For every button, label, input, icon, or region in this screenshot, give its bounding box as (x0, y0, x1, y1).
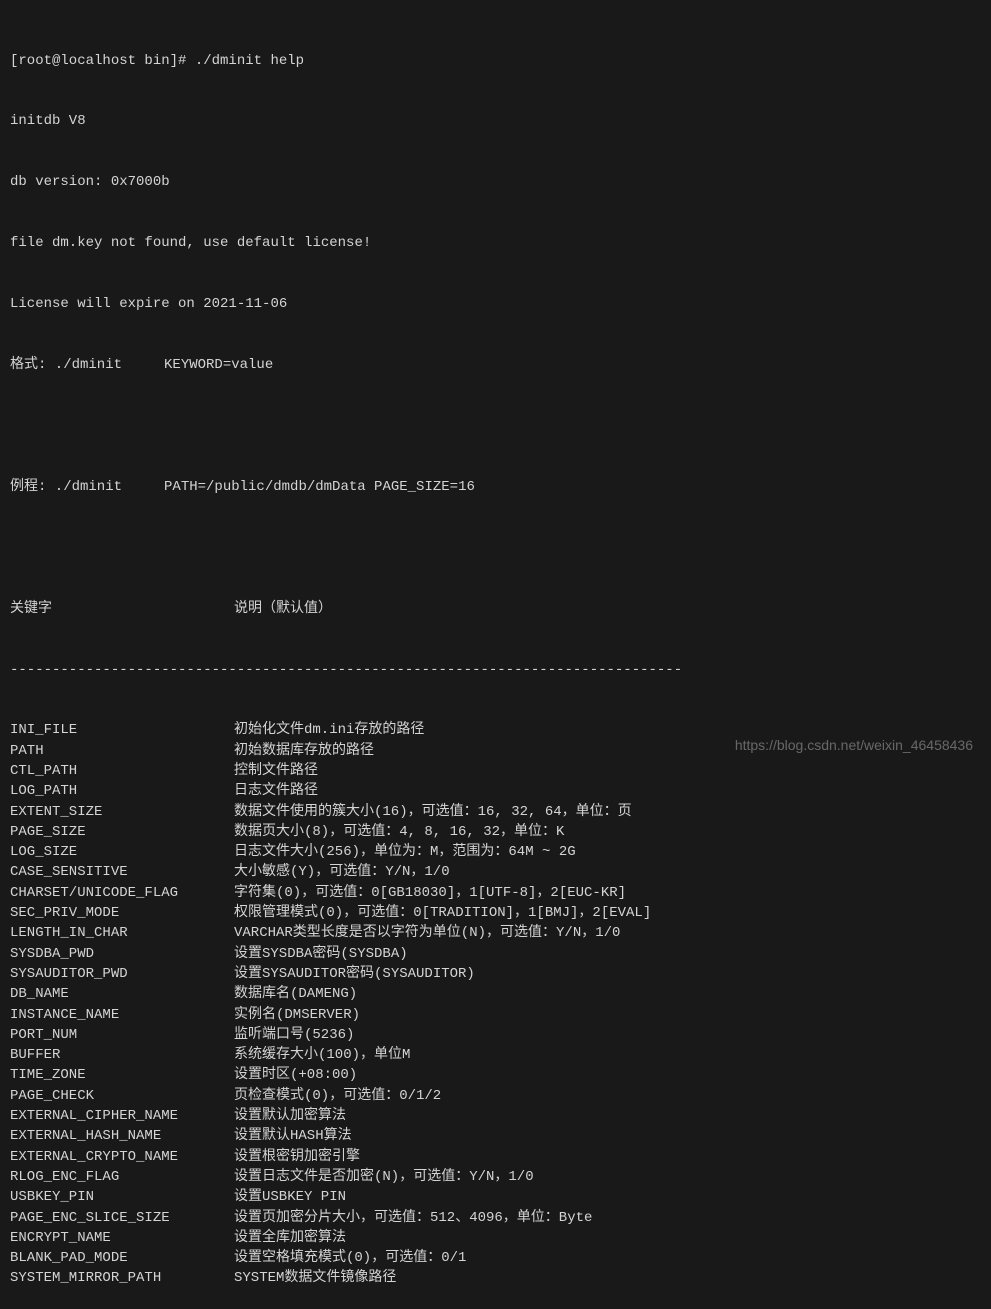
keyword-name: RLOG_ENC_FLAG (10, 1167, 234, 1187)
keyword-description: 设置默认加密算法 (234, 1106, 981, 1126)
keyword-description: 设置SYSAUDITOR密码(SYSAUDITOR) (234, 964, 981, 984)
keyword-name: LOG_SIZE (10, 842, 234, 862)
license-expire-line: License will expire on 2021-11-06 (10, 294, 981, 314)
keyword-description: 设置默认HASH算法 (234, 1126, 981, 1146)
keyword-description: 字符集(0)，可选值：0[GB18030]，1[UTF-8]，2[EUC-KR] (234, 883, 981, 903)
prompt-line: [root@localhost bin]# ./dminit help (10, 51, 981, 71)
blank-line (10, 538, 981, 558)
keyword-row: SYSAUDITOR_PWD设置SYSAUDITOR密码(SYSAUDITOR) (10, 964, 981, 984)
keyword-row: USBKEY_PIN设置USBKEY PIN (10, 1187, 981, 1207)
keyword-description: 监听端口号(5236) (234, 1025, 981, 1045)
keyword-row: EXTERNAL_CIPHER_NAME设置默认加密算法 (10, 1106, 981, 1126)
keyword-name: TIME_ZONE (10, 1065, 234, 1085)
keyword-row: PAGE_SIZE数据页大小(8)，可选值：4, 8, 16, 32，单位：K (10, 822, 981, 842)
keyword-name: EXTERNAL_CRYPTO_NAME (10, 1147, 234, 1167)
initdb-line: initdb V8 (10, 111, 981, 131)
keyword-name: SYSTEM_MIRROR_PATH (10, 1268, 234, 1288)
keyword-name: CHARSET/UNICODE_FLAG (10, 883, 234, 903)
keyword-description: 数据页大小(8)，可选值：4, 8, 16, 32，单位：K (234, 822, 981, 842)
keyword-name: LOG_PATH (10, 781, 234, 801)
keyword-description: 设置页加密分片大小，可选值：512、4096，单位：Byte (234, 1208, 981, 1228)
keyword-name: LENGTH_IN_CHAR (10, 923, 234, 943)
keyword-row: EXTERNAL_CRYPTO_NAME设置根密钥加密引擎 (10, 1147, 981, 1167)
keyword-row: CASE_SENSITIVE大小敏感(Y)，可选值：Y/N，1/0 (10, 862, 981, 882)
keyword-description: 日志文件路径 (234, 781, 981, 801)
keyword-name: BUFFER (10, 1045, 234, 1065)
keyword-row: EXTENT_SIZE数据文件使用的簇大小(16)，可选值：16, 32, 64… (10, 802, 981, 822)
keyword-description: 控制文件路径 (234, 761, 981, 781)
keyword-row: SEC_PRIV_MODE权限管理模式(0)，可选值：0[TRADITION]，… (10, 903, 981, 923)
table-header-row: 关键字 说明（默认值） (10, 599, 981, 619)
keyword-row: PAGE_CHECK页检查模式(0)，可选值：0/1/2 (10, 1086, 981, 1106)
db-version-line: db version: 0x7000b (10, 172, 981, 192)
keyword-name: SYSAUDITOR_PWD (10, 964, 234, 984)
keyword-row: BUFFER系统缓存大小(100)，单位M (10, 1045, 981, 1065)
format-line: 格式: ./dminit KEYWORD=value (10, 355, 981, 375)
keyword-name: PAGE_ENC_SLICE_SIZE (10, 1208, 234, 1228)
keyword-row: LENGTH_IN_CHARVARCHAR类型长度是否以字符为单位(N)，可选值… (10, 923, 981, 943)
keyword-description: 实例名(DMSERVER) (234, 1005, 981, 1025)
blank-line (10, 416, 981, 436)
keyword-description: 页检查模式(0)，可选值：0/1/2 (234, 1086, 981, 1106)
keyword-row: PORT_NUM监听端口号(5236) (10, 1025, 981, 1045)
separator-line: ----------------------------------------… (10, 660, 981, 680)
keyword-description: 系统缓存大小(100)，单位M (234, 1045, 981, 1065)
keyword-row: PAGE_ENC_SLICE_SIZE设置页加密分片大小，可选值：512、409… (10, 1208, 981, 1228)
keyword-name: PAGE_SIZE (10, 822, 234, 842)
keyword-name: INI_FILE (10, 720, 234, 740)
terminal-output: [root@localhost bin]# ./dminit help init… (10, 10, 981, 1309)
keyword-name: EXTENT_SIZE (10, 802, 234, 822)
keyword-description: VARCHAR类型长度是否以字符为单位(N)，可选值：Y/N，1/0 (234, 923, 981, 943)
keyword-name: BLANK_PAD_MODE (10, 1248, 234, 1268)
keyword-row: LOG_SIZE日志文件大小(256)，单位为：M，范围为：64M ~ 2G (10, 842, 981, 862)
keyword-description: 设置日志文件是否加密(N)，可选值：Y/N，1/0 (234, 1167, 981, 1187)
keyword-row: ENCRYPT_NAME设置全库加密算法 (10, 1228, 981, 1248)
keyword-name: PORT_NUM (10, 1025, 234, 1045)
keyword-row: RLOG_ENC_FLAG设置日志文件是否加密(N)，可选值：Y/N，1/0 (10, 1167, 981, 1187)
keyword-description: 权限管理模式(0)，可选值：0[TRADITION]，1[BMJ]，2[EVAL… (234, 903, 981, 923)
keyword-name: DB_NAME (10, 984, 234, 1004)
keyword-row: INI_FILE初始化文件dm.ini存放的路径 (10, 720, 981, 740)
keyword-name: CTL_PATH (10, 761, 234, 781)
keyword-description: 设置根密钥加密引擎 (234, 1147, 981, 1167)
keyword-row: BLANK_PAD_MODE设置空格填充模式(0)，可选值：0/1 (10, 1248, 981, 1268)
example-line: 例程: ./dminit PATH=/public/dmdb/dmData PA… (10, 477, 981, 497)
keyword-description: 设置USBKEY PIN (234, 1187, 981, 1207)
keyword-description: 大小敏感(Y)，可选值：Y/N，1/0 (234, 862, 981, 882)
keyword-description: 设置全库加密算法 (234, 1228, 981, 1248)
keyword-row: CTL_PATH控制文件路径 (10, 761, 981, 781)
keyword-name: SYSDBA_PWD (10, 944, 234, 964)
keyword-row: TIME_ZONE设置时区(+08:00) (10, 1065, 981, 1085)
keyword-description: 设置空格填充模式(0)，可选值：0/1 (234, 1248, 981, 1268)
keyword-description: 设置时区(+08:00) (234, 1065, 981, 1085)
keyword-description: 初始化文件dm.ini存放的路径 (234, 720, 981, 740)
keyword-description: 日志文件大小(256)，单位为：M，范围为：64M ~ 2G (234, 842, 981, 862)
keyword-row: PATH初始数据库存放的路径 (10, 741, 981, 761)
keyword-description: 数据文件使用的簇大小(16)，可选值：16, 32, 64，单位：页 (234, 802, 981, 822)
keyword-row: SYSDBA_PWD设置SYSDBA密码(SYSDBA) (10, 944, 981, 964)
keyword-description: 初始数据库存放的路径 (234, 741, 981, 761)
keyword-rows-container: INI_FILE初始化文件dm.ini存放的路径PATH初始数据库存放的路径CT… (10, 720, 981, 1288)
keyword-description: 数据库名(DAMENG) (234, 984, 981, 1004)
keyword-name: INSTANCE_NAME (10, 1005, 234, 1025)
license-warn-line: file dm.key not found, use default licen… (10, 233, 981, 253)
keyword-row: CHARSET/UNICODE_FLAG字符集(0)，可选值：0[GB18030… (10, 883, 981, 903)
keyword-row: SYSTEM_MIRROR_PATHSYSTEM数据文件镜像路径 (10, 1268, 981, 1288)
keyword-description: 设置SYSDBA密码(SYSDBA) (234, 944, 981, 964)
table-header-keyword: 关键字 (10, 599, 234, 619)
keyword-row: DB_NAME数据库名(DAMENG) (10, 984, 981, 1004)
keyword-name: CASE_SENSITIVE (10, 862, 234, 882)
keyword-name: ENCRYPT_NAME (10, 1228, 234, 1248)
keyword-row: INSTANCE_NAME实例名(DMSERVER) (10, 1005, 981, 1025)
keyword-row: LOG_PATH日志文件路径 (10, 781, 981, 801)
keyword-name: EXTERNAL_CIPHER_NAME (10, 1106, 234, 1126)
keyword-name: PAGE_CHECK (10, 1086, 234, 1106)
keyword-name: USBKEY_PIN (10, 1187, 234, 1207)
keyword-description: SYSTEM数据文件镜像路径 (234, 1268, 981, 1288)
keyword-row: EXTERNAL_HASH_NAME设置默认HASH算法 (10, 1126, 981, 1146)
table-header-description: 说明（默认值） (234, 599, 981, 619)
keyword-name: PATH (10, 741, 234, 761)
keyword-name: SEC_PRIV_MODE (10, 903, 234, 923)
keyword-name: EXTERNAL_HASH_NAME (10, 1126, 234, 1146)
